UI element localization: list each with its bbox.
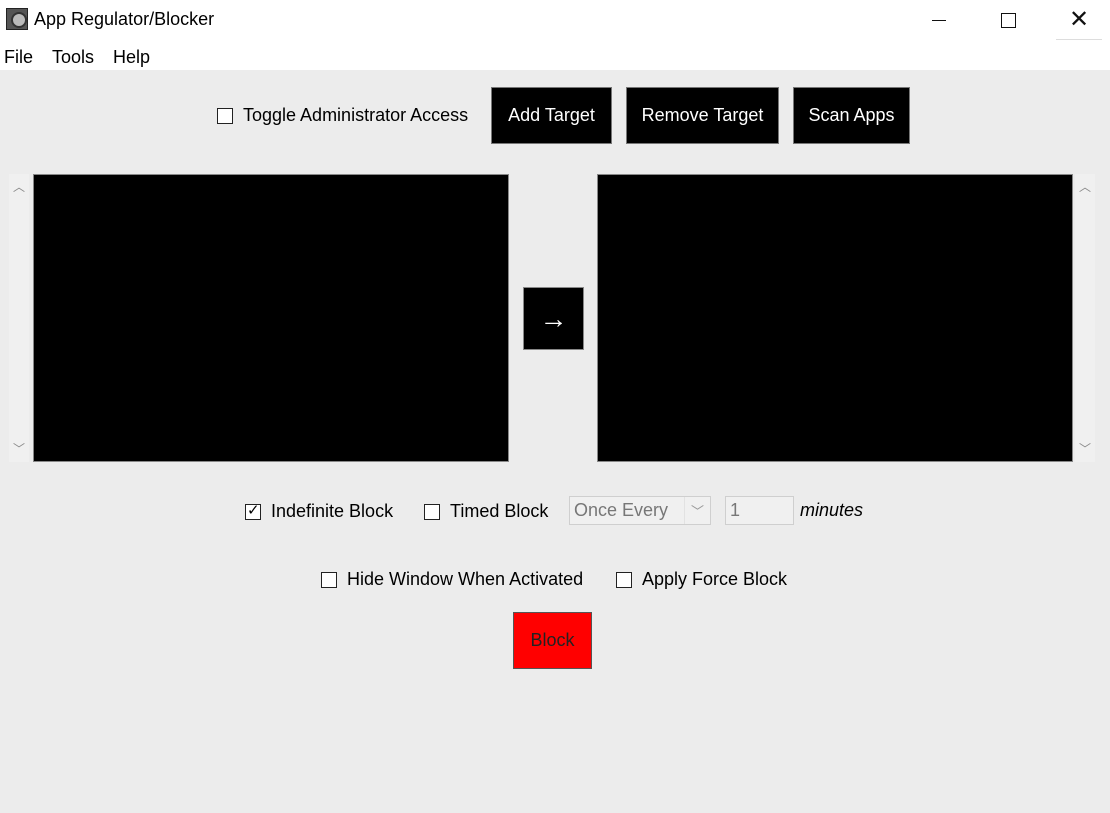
timed-block-checkbox[interactable] (424, 503, 440, 520)
indefinite-block-option[interactable]: Indefinite Block (245, 501, 393, 522)
minimize-icon (932, 19, 946, 21)
menu-tools[interactable]: Tools (52, 47, 94, 68)
admin-access-toggle[interactable]: Toggle Administrator Access (217, 105, 468, 126)
hide-window-option[interactable]: Hide Window When Activated (321, 569, 583, 590)
interval-unit-label: minutes (800, 500, 864, 520)
maximize-button[interactable] (985, 0, 1031, 40)
indefinite-block-checkbox[interactable] (245, 501, 261, 520)
scroll-up-icon[interactable]: ︿ (12, 178, 26, 195)
transfer-arrow-button[interactable]: → (523, 287, 584, 350)
remove-target-button[interactable]: Remove Target (626, 87, 779, 144)
maximize-icon (1000, 12, 1016, 28)
scan-apps-button[interactable]: Scan Apps (793, 87, 910, 144)
interval-select-value: Once Every (574, 500, 669, 520)
scroll-up-icon[interactable]: ︿ (1078, 178, 1092, 195)
timed-block-option[interactable]: Timed Block (424, 501, 548, 522)
title-bar: App Regulator/Blocker ✕ (0, 0, 1110, 40)
hide-window-label: Hide Window When Activated (347, 569, 584, 589)
admin-access-label: Toggle Administrator Access (243, 105, 469, 125)
minimize-button[interactable] (916, 0, 962, 40)
scroll-down-icon[interactable]: ﹀ (12, 440, 26, 457)
force-block-label: Apply Force Block (642, 569, 788, 589)
force-block-checkbox[interactable] (616, 571, 632, 588)
interval-select[interactable]: Once Every ﹀ (569, 496, 711, 525)
menu-file[interactable]: File (4, 47, 33, 68)
source-list-scrollbar[interactable]: ︿ ﹀ (9, 174, 29, 462)
source-app-list[interactable] (33, 174, 509, 462)
target-list-scrollbar[interactable]: ︿ ﹀ (1075, 174, 1095, 462)
chevron-down-icon[interactable]: ﹀ (684, 497, 710, 524)
close-button[interactable]: ✕ (1056, 0, 1102, 40)
menu-help[interactable]: Help (113, 47, 150, 68)
scroll-down-icon[interactable]: ﹀ (1078, 440, 1092, 457)
force-block-option[interactable]: Apply Force Block (616, 569, 787, 590)
menu-bar: File Tools Help (0, 40, 1110, 70)
hide-window-checkbox[interactable] (321, 571, 337, 588)
target-app-list[interactable] (597, 174, 1073, 462)
interval-input[interactable]: 1 (725, 496, 794, 525)
indefinite-block-label: Indefinite Block (271, 501, 394, 521)
timed-block-label: Timed Block (450, 501, 549, 521)
block-button[interactable]: Block (513, 612, 592, 669)
add-target-button[interactable]: Add Target (491, 87, 612, 144)
window-title: App Regulator/Blocker (34, 9, 215, 29)
close-icon: ✕ (1068, 5, 1090, 33)
arrow-right-icon: → (539, 302, 568, 334)
admin-access-checkbox[interactable] (217, 107, 233, 124)
app-icon (6, 8, 28, 30)
